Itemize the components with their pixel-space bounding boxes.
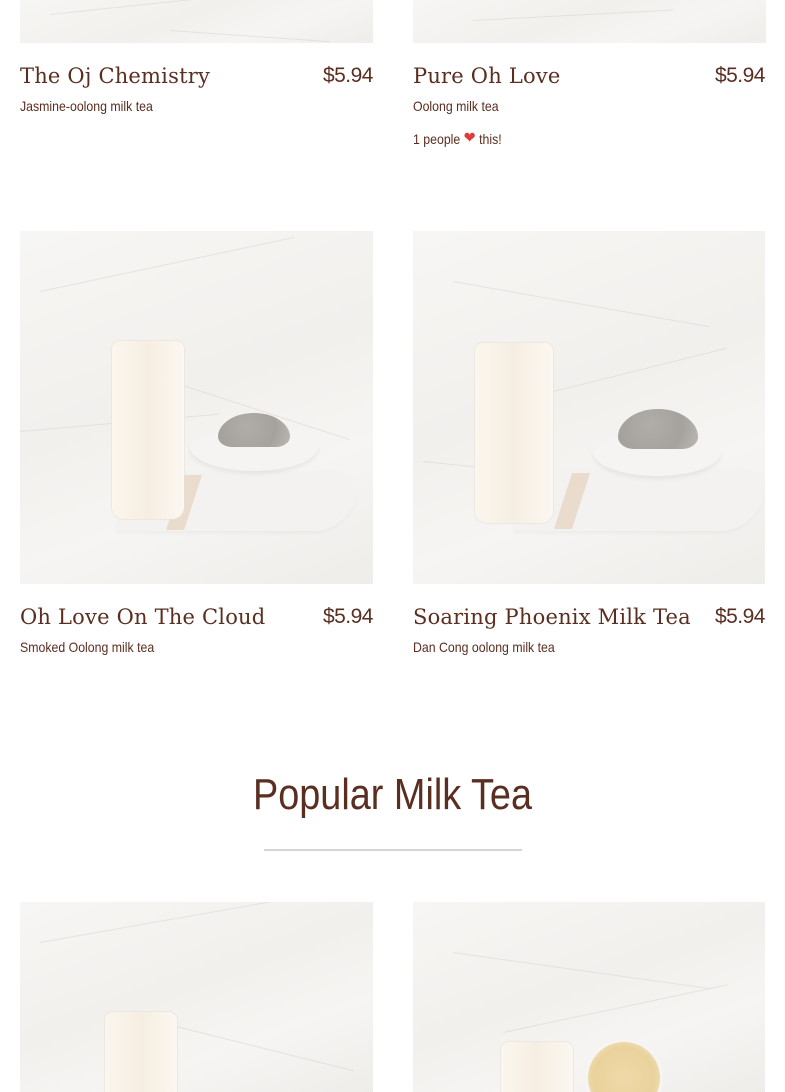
- heart-icon[interactable]: ❤: [464, 131, 476, 147]
- product-title[interactable]: Soaring Phoenix Milk Tea: [413, 605, 691, 629]
- product-price: $5.94: [322, 64, 374, 87]
- product-description: Smoked Oolong milk tea: [20, 639, 155, 655]
- product-image[interactable]: [20, 0, 373, 43]
- product-image[interactable]: [413, 0, 766, 43]
- milk-tea-glass: [501, 1042, 573, 1092]
- product-price: $5.94: [322, 605, 374, 628]
- product-title[interactable]: Oh Love On The Cloud: [20, 605, 265, 629]
- product-title[interactable]: The Oj Chemistry: [20, 64, 210, 88]
- tea-leaves: [218, 413, 290, 447]
- milk-tea-glass: [112, 341, 184, 519]
- product-card[interactable]: Oh Love On The Cloud $5.94 Smoked Oolong…: [20, 603, 374, 663]
- like-count: 1 people: [413, 131, 461, 147]
- product-card[interactable]: Pure Oh Love $5.94 Oolong milk tea 1 peo…: [413, 62, 766, 157]
- product-price: $5.94: [714, 605, 766, 628]
- product-description: Dan Cong oolong milk tea: [413, 639, 555, 655]
- product-description: Jasmine-oolong milk tea: [20, 98, 153, 114]
- milk-tea-glass: [475, 343, 553, 523]
- product-card[interactable]: Soaring Phoenix Milk Tea $5.94 Dan Cong …: [413, 603, 766, 663]
- section-title: Popular Milk Tea: [252, 770, 533, 819]
- like-suffix: this!: [479, 131, 502, 147]
- milk-tea-glass: [105, 1012, 177, 1092]
- product-title[interactable]: Pure Oh Love: [413, 64, 561, 88]
- product-image[interactable]: [413, 902, 765, 1092]
- product-card[interactable]: The Oj Chemistry $5.94 Jasmine-oolong mi…: [20, 62, 374, 122]
- pudding-cup: [588, 1042, 660, 1092]
- product-image[interactable]: [20, 902, 373, 1092]
- product-image[interactable]: [20, 231, 373, 584]
- product-image[interactable]: [413, 231, 765, 584]
- product-price: $5.94: [714, 64, 766, 87]
- like-counter[interactable]: 1 people ❤ this!: [413, 131, 502, 148]
- section-divider: [264, 849, 522, 851]
- tea-leaves: [618, 409, 698, 449]
- product-description: Oolong milk tea: [413, 98, 499, 114]
